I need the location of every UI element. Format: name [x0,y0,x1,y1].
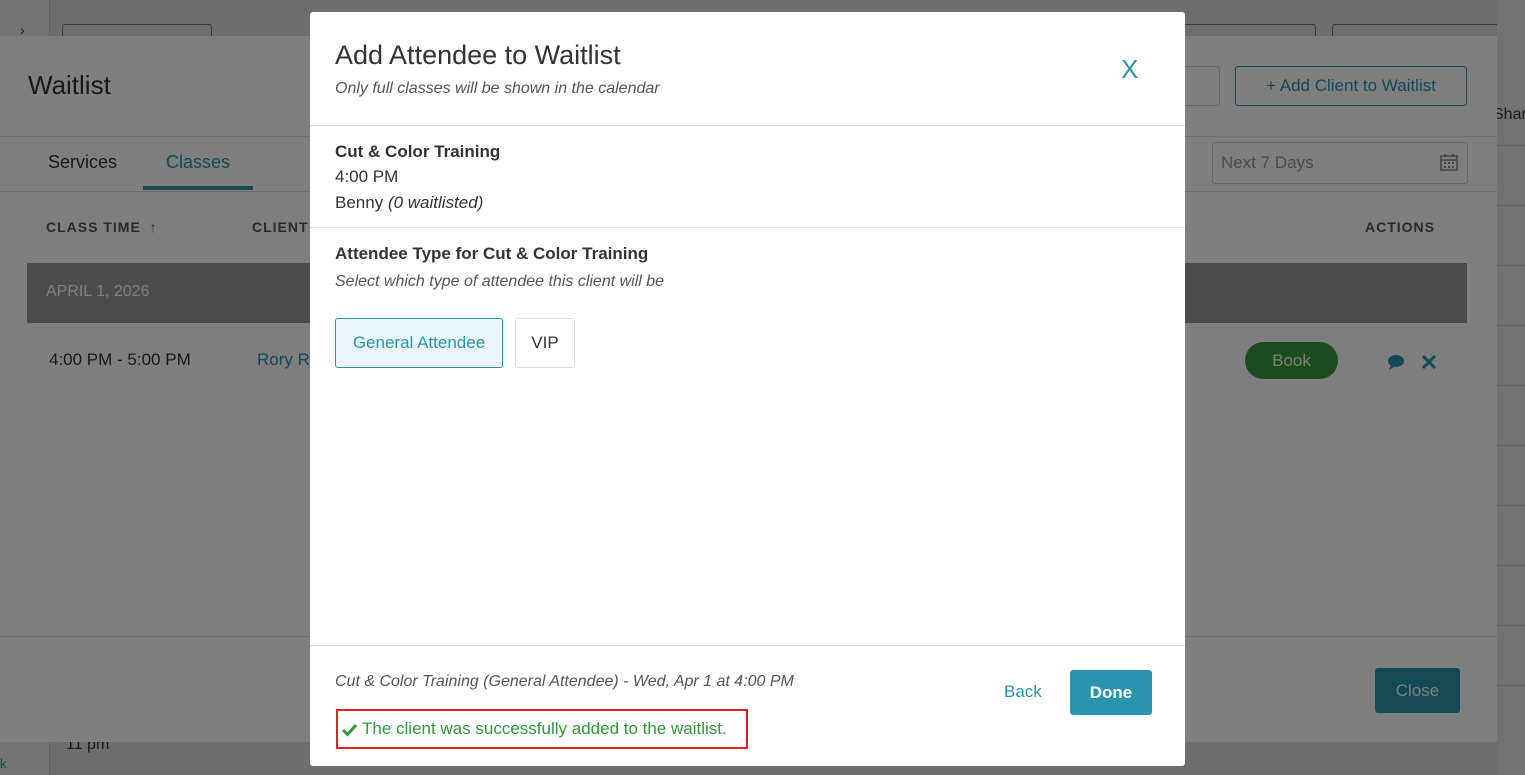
back-button[interactable]: Back [1004,682,1042,702]
waitlisted-count: (0 waitlisted) [387,193,484,212]
checkmark-icon [341,723,358,737]
class-time: 4:00 PM [335,167,399,186]
add-attendee-modal: Add Attendee to Waitlist Only full class… [310,12,1185,766]
selection-summary: Cut & Color Training (General Attendee) … [335,673,794,690]
done-button[interactable]: Done [1070,670,1152,715]
success-message-text: The client was successfully added to the… [362,719,727,738]
attendee-type-general-button[interactable]: General Attendee [335,318,503,368]
attendee-type-subheading: Select which type of attendee this clien… [335,273,665,290]
divider [310,227,1185,228]
success-message: The client was successfully added to the… [336,709,748,749]
class-staff: Benny (0 waitlisted) [335,193,483,213]
divider [310,645,1185,646]
class-name: Cut & Color Training [335,142,501,161]
staff-name: Benny [335,193,384,212]
modal-close-button[interactable]: X [1121,54,1138,85]
attendee-type-heading: Attendee Type for Cut & Color Training [335,244,649,263]
modal-title: Add Attendee to Waitlist [335,40,621,70]
attendee-type-vip-button[interactable]: VIP [515,318,575,368]
divider [310,125,1185,126]
modal-subtitle: Only full classes will be shown in the c… [335,80,660,97]
